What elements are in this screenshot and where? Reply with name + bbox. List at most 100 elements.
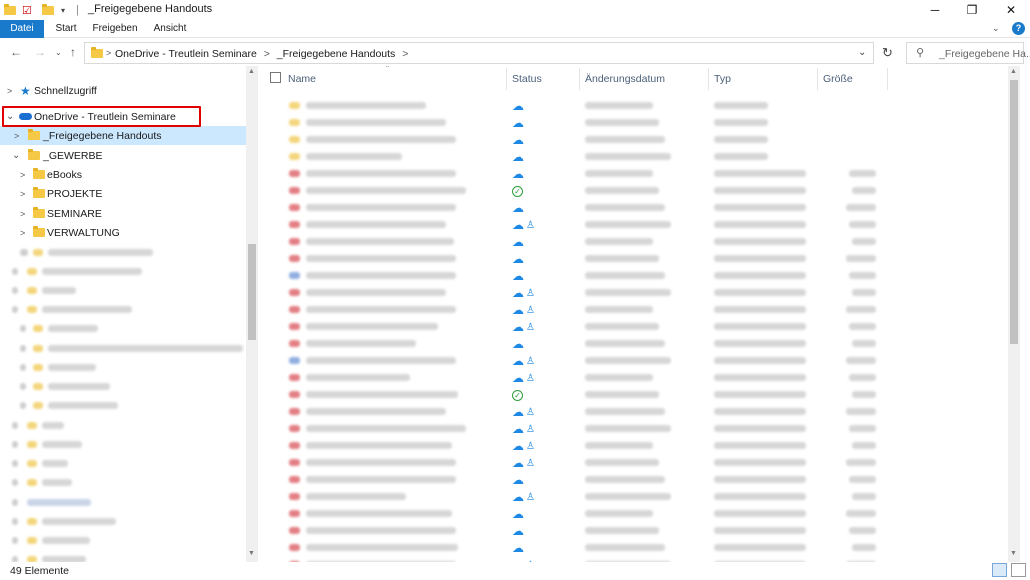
- file-row[interactable]: ☁: [262, 165, 902, 182]
- shared-person-icon: ♙: [526, 219, 535, 231]
- tab-ansicht[interactable]: Ansicht: [150, 20, 190, 38]
- address-bar[interactable]: > OneDrive - Treutlein Seminare > _Freig…: [84, 42, 874, 64]
- help-icon[interactable]: ?: [1012, 22, 1025, 35]
- file-row[interactable]: ☁♙: [262, 284, 902, 301]
- file-row[interactable]: ☁♙: [262, 454, 902, 471]
- tree-item-redacted[interactable]: [0, 377, 246, 396]
- tree-item-redacted[interactable]: [0, 319, 246, 338]
- file-row[interactable]: ☁: [262, 522, 902, 539]
- maximize-button[interactable]: ❐: [955, 0, 989, 20]
- tiles-view-icon[interactable]: [1011, 563, 1026, 577]
- tree-item-gewerbe[interactable]: ⌄ _GEWERBE: [0, 146, 246, 165]
- chevron-right-icon[interactable]: >: [20, 209, 25, 219]
- file-row[interactable]: ☁: [262, 250, 902, 267]
- tree-item-seminare[interactable]: > SEMINARE: [0, 204, 246, 223]
- tab-datei[interactable]: Datei: [0, 20, 44, 38]
- tree-item-redacted[interactable]: [0, 300, 246, 319]
- tree-item-schnellzugriff[interactable]: > ★ Schnellzugriff: [0, 81, 246, 100]
- select-all-checkbox[interactable]: [270, 72, 281, 83]
- tree-item-redacted[interactable]: [0, 281, 246, 300]
- back-arrow-icon[interactable]: ←: [10, 45, 22, 59]
- tab-start[interactable]: Start: [48, 20, 84, 38]
- tree-item-redacted[interactable]: [0, 262, 246, 281]
- tree-item-redacted[interactable]: [0, 550, 246, 562]
- date-cell: [585, 493, 671, 500]
- file-row[interactable]: ☁: [262, 233, 902, 250]
- file-row[interactable]: ☁: [262, 539, 902, 556]
- up-arrow-icon[interactable]: ↑: [70, 45, 76, 59]
- file-name: [306, 459, 456, 466]
- tree-item-redacted[interactable]: [0, 473, 246, 492]
- file-row[interactable]: ☁♙: [262, 216, 902, 233]
- file-row[interactable]: ☁: [262, 148, 902, 165]
- chevron-right-icon[interactable]: >: [7, 86, 12, 96]
- tree-item-redacted[interactable]: [0, 435, 246, 454]
- new-folder-icon[interactable]: [42, 3, 54, 17]
- column-header-type[interactable]: Typ: [714, 70, 731, 88]
- chevron-right-icon[interactable]: >: [20, 228, 25, 238]
- properties-icon[interactable]: ☑: [22, 3, 32, 17]
- column-header-status[interactable]: Status: [512, 70, 542, 88]
- tree-item-redacted[interactable]: [0, 493, 246, 512]
- tree-item-projekte[interactable]: > PROJEKTE: [0, 184, 246, 203]
- tab-freigeben[interactable]: Freigeben: [90, 20, 140, 38]
- tree-item-freigegebene-handouts[interactable]: > _Freigegebene Handouts: [0, 126, 246, 145]
- file-row[interactable]: ☁♙: [262, 403, 902, 420]
- expand-ribbon-icon[interactable]: ⌄: [992, 23, 1000, 34]
- file-row[interactable]: ☁♙: [262, 420, 902, 437]
- chevron-right-icon[interactable]: >: [20, 170, 25, 180]
- column-header-size[interactable]: Größe: [823, 70, 853, 88]
- file-row[interactable]: ☁: [262, 471, 902, 488]
- file-scrollbar[interactable]: ▲ ▼: [1008, 66, 1020, 562]
- tree-item-redacted[interactable]: [0, 396, 246, 415]
- nav-scrollbar-thumb[interactable]: [248, 244, 256, 340]
- tree-item-redacted[interactable]: [0, 339, 246, 358]
- scroll-up-icon[interactable]: ▲: [248, 68, 255, 75]
- scroll-down-icon[interactable]: ▼: [1010, 550, 1017, 557]
- file-row[interactable]: ✓: [262, 182, 902, 199]
- scroll-up-icon[interactable]: ▲: [1010, 68, 1017, 75]
- tree-item-verwaltung[interactable]: > VERWALTUNG: [0, 223, 246, 242]
- minimize-button[interactable]: ─: [918, 0, 952, 20]
- tree-item-ebooks[interactable]: > eBooks: [0, 165, 246, 184]
- address-dropdown-icon[interactable]: ⌄: [858, 47, 866, 58]
- file-row[interactable]: ☁: [262, 199, 902, 216]
- breadcrumb-handouts[interactable]: _Freigegebene Handouts: [277, 48, 396, 60]
- tree-item-redacted[interactable]: [0, 454, 246, 473]
- column-header-date[interactable]: Änderungsdatum: [585, 70, 665, 88]
- file-row[interactable]: ☁♙: [262, 437, 902, 454]
- chevron-right-icon[interactable]: >: [14, 131, 19, 141]
- tree-item-redacted[interactable]: [0, 416, 246, 435]
- document-icon: [289, 544, 300, 551]
- details-view-icon[interactable]: [992, 563, 1007, 577]
- recent-locations-icon[interactable]: ⌄: [55, 48, 62, 57]
- tree-item-redacted[interactable]: [0, 531, 246, 550]
- file-row[interactable]: ☁: [262, 335, 902, 352]
- file-row[interactable]: ☁♙: [262, 369, 902, 386]
- file-row[interactable]: ☁: [262, 131, 902, 148]
- scroll-down-icon[interactable]: ▼: [248, 550, 255, 557]
- search-input[interactable]: ⚲ _Freigegebene Ha...: [906, 42, 1030, 64]
- file-scrollbar-thumb[interactable]: [1010, 80, 1018, 344]
- file-row[interactable]: ☁♙: [262, 318, 902, 335]
- tree-item-redacted[interactable]: [0, 358, 246, 377]
- chevron-right-icon[interactable]: >: [20, 189, 25, 199]
- customize-toolbar-icon[interactable]: ▾: [61, 3, 65, 17]
- file-row[interactable]: ☁♙: [262, 301, 902, 318]
- file-row[interactable]: ☁: [262, 505, 902, 522]
- column-header-name[interactable]: Name: [288, 70, 316, 88]
- tree-item-redacted[interactable]: [0, 243, 246, 262]
- file-row[interactable]: ☁♙: [262, 488, 902, 505]
- file-row[interactable]: ☁: [262, 97, 902, 114]
- nav-scrollbar[interactable]: ▲ ▼: [246, 66, 258, 562]
- tree-item-redacted[interactable]: [0, 512, 246, 531]
- file-row[interactable]: ☁: [262, 114, 902, 131]
- forward-arrow-icon[interactable]: →: [34, 45, 46, 59]
- file-row[interactable]: ☁♙: [262, 352, 902, 369]
- file-row[interactable]: ✓: [262, 386, 902, 403]
- file-row[interactable]: ☁: [262, 267, 902, 284]
- chevron-down-icon[interactable]: ⌄: [12, 150, 20, 161]
- refresh-icon[interactable]: ↻: [882, 45, 893, 61]
- close-button[interactable]: ✕: [994, 0, 1028, 20]
- breadcrumb-onedrive[interactable]: OneDrive - Treutlein Seminare: [115, 48, 257, 60]
